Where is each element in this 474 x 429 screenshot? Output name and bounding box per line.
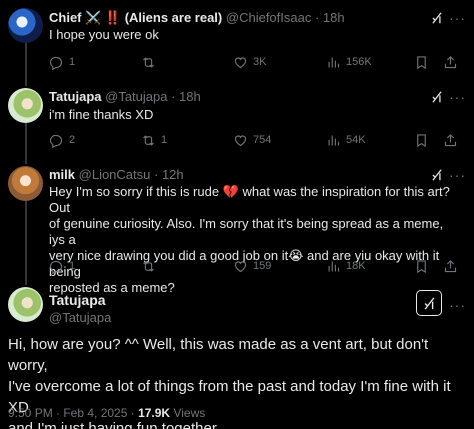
like-count: 159 bbox=[253, 260, 272, 272]
tweet-header: Tatujapa @Tatujapa bbox=[49, 291, 111, 327]
more-icon[interactable]: ··· bbox=[449, 168, 466, 182]
display-name[interactable]: milk bbox=[49, 167, 75, 182]
views-button[interactable]: 18K bbox=[326, 259, 366, 274]
views-count: 18K bbox=[346, 260, 366, 272]
tweet-text-line: of genuine curiosity. Also. I'm sorry th… bbox=[49, 216, 444, 247]
handle[interactable]: @LionCatsu bbox=[79, 167, 151, 182]
repost-icon bbox=[141, 55, 156, 70]
bookmark-icon bbox=[414, 133, 429, 148]
grok-icon[interactable] bbox=[430, 168, 444, 182]
tweet-text-line: Hey I'm so sorry if this is rude 💔 what … bbox=[49, 184, 450, 215]
tweet-text: Hey I'm so sorry if this is rude 💔 what … bbox=[49, 184, 460, 296]
separator: · bbox=[150, 167, 162, 182]
like-button[interactable]: 754 bbox=[233, 133, 271, 148]
share-button[interactable] bbox=[443, 133, 458, 148]
like-button[interactable]: 3K bbox=[233, 55, 266, 70]
avatar[interactable] bbox=[8, 287, 43, 322]
repost-button[interactable] bbox=[141, 259, 161, 274]
views-button[interactable]: 156K bbox=[326, 55, 372, 70]
share-icon bbox=[443, 259, 458, 274]
bookmark-button[interactable] bbox=[414, 259, 429, 274]
display-name[interactable]: Tatujapa bbox=[49, 291, 111, 309]
avatar[interactable] bbox=[8, 88, 43, 123]
views-count: 54K bbox=[346, 134, 366, 146]
reply-count: 1 bbox=[69, 260, 76, 272]
separator: · bbox=[167, 89, 180, 104]
reply-icon bbox=[49, 133, 64, 148]
bookmark-button[interactable] bbox=[414, 133, 429, 148]
timestamp[interactable]: 18h bbox=[179, 89, 201, 104]
action-bar: 2 1 754 54K bbox=[49, 133, 466, 149]
display-name[interactable]: Chief ⚔️ ‼️ (Aliens are real) bbox=[49, 10, 222, 25]
timestamp[interactable]: 12h bbox=[162, 167, 184, 182]
handle[interactable]: @Tatujapa bbox=[49, 309, 111, 327]
repost-icon bbox=[141, 259, 156, 274]
grok-button[interactable] bbox=[416, 290, 442, 316]
tweet[interactable]: Tatujapa @Tatujapa · 18h ··· i'm fine th… bbox=[0, 82, 474, 162]
tweet-text: I hope you were ok bbox=[49, 27, 159, 42]
like-count: 3K bbox=[253, 56, 267, 68]
more-icon[interactable]: ··· bbox=[449, 298, 466, 312]
grok-icon bbox=[422, 296, 437, 311]
reply-button[interactable]: 1 bbox=[49, 55, 75, 70]
handle[interactable]: @ChiefofIsaac bbox=[226, 10, 311, 25]
handle[interactable]: @Tatujapa bbox=[105, 89, 167, 104]
tweet-text: i'm fine thanks XD bbox=[49, 107, 154, 122]
like-count: 754 bbox=[253, 134, 272, 146]
reply-count: 2 bbox=[69, 134, 76, 146]
reply-icon bbox=[49, 259, 64, 274]
tweet-header: milk @LionCatsu · 12h bbox=[49, 167, 184, 183]
tweet-meta: 9:50 PM · Feb 4, 2025 · 17.9K Views bbox=[8, 405, 205, 421]
tweet[interactable]: milk @LionCatsu · 12h ··· Hey I'm so sor… bbox=[0, 162, 474, 295]
reply-count: 1 bbox=[69, 56, 76, 68]
grok-icon[interactable] bbox=[430, 11, 444, 25]
grok-icon[interactable] bbox=[430, 90, 444, 104]
bookmark-icon bbox=[414, 259, 429, 274]
like-icon bbox=[233, 133, 248, 148]
action-bar: 1 3K 156K bbox=[49, 55, 466, 71]
views-icon bbox=[326, 259, 341, 274]
share-icon bbox=[443, 133, 458, 148]
like-button[interactable]: 159 bbox=[233, 259, 271, 274]
reply-button[interactable]: 2 bbox=[49, 133, 75, 148]
repost-button[interactable] bbox=[141, 55, 161, 70]
tweet-header: Tatujapa @Tatujapa · 18h bbox=[49, 89, 201, 105]
separator: · bbox=[311, 10, 323, 25]
tweet-text-line: Hi, how are you? ^^ Well, this was made … bbox=[8, 336, 429, 374]
timestamp[interactable]: 9:50 PM · Feb 4, 2025 · bbox=[8, 406, 138, 420]
views-count: 17.9K bbox=[138, 406, 171, 420]
tweet-header: Chief ⚔️ ‼️ (Aliens are real) @ChiefofIs… bbox=[49, 10, 345, 26]
avatar[interactable] bbox=[8, 166, 43, 201]
display-name[interactable]: Tatujapa bbox=[49, 89, 102, 104]
avatar[interactable] bbox=[8, 8, 43, 43]
like-icon bbox=[233, 55, 248, 70]
repost-count: 1 bbox=[161, 134, 168, 146]
bookmark-icon bbox=[414, 55, 429, 70]
like-icon bbox=[233, 259, 248, 274]
share-icon bbox=[443, 55, 458, 70]
share-button[interactable] bbox=[443, 55, 458, 70]
share-button[interactable] bbox=[443, 259, 458, 274]
action-bar: 1 159 18K bbox=[49, 259, 466, 275]
views-button[interactable]: 54K bbox=[326, 133, 366, 148]
tweet[interactable]: Chief ⚔️ ‼️ (Aliens are real) @ChiefofIs… bbox=[0, 0, 474, 82]
views-icon bbox=[326, 133, 341, 148]
more-icon[interactable]: ··· bbox=[449, 90, 466, 104]
repost-button[interactable]: 1 bbox=[141, 133, 167, 148]
views-icon bbox=[326, 55, 341, 70]
bookmark-button[interactable] bbox=[414, 55, 429, 70]
main-tweet[interactable]: Tatujapa @Tatujapa ··· Hi, how are you? … bbox=[0, 282, 474, 429]
reply-icon bbox=[49, 55, 64, 70]
repost-icon bbox=[141, 133, 156, 148]
views-label: Views bbox=[170, 406, 206, 420]
timestamp[interactable]: 18h bbox=[323, 10, 345, 25]
reply-button[interactable]: 1 bbox=[49, 259, 75, 274]
views-count: 156K bbox=[346, 56, 372, 68]
more-icon[interactable]: ··· bbox=[449, 11, 466, 25]
